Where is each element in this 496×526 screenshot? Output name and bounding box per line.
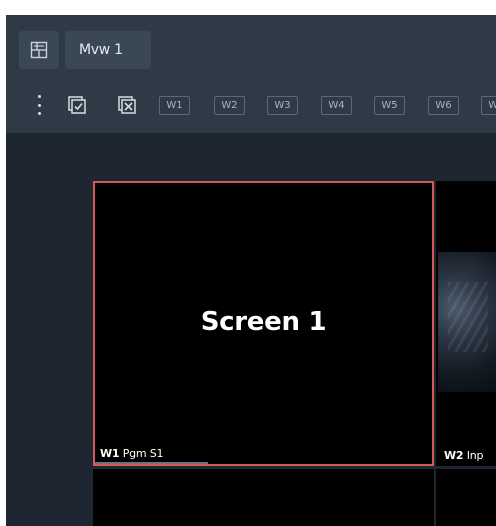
cell-label-id: W2 xyxy=(444,449,464,462)
cell-label-underline xyxy=(95,462,208,464)
window-tab-w2[interactable]: W2 xyxy=(214,96,245,115)
layout-button[interactable] xyxy=(19,31,59,69)
cell-label-text: Pgm S1 xyxy=(122,447,164,460)
window-cell-w1[interactable]: Screen 1 W1 Pgm S1 xyxy=(93,181,434,466)
deselect-icon xyxy=(118,96,136,114)
window-tab-w5[interactable]: W5 xyxy=(374,96,405,115)
window-tab-w3[interactable]: W3 xyxy=(267,96,298,115)
window-cell-w4[interactable] xyxy=(436,469,496,526)
window-cell-w2[interactable]: W2 Inp xyxy=(436,181,496,466)
window-tab-w4[interactable]: W4 xyxy=(321,96,352,115)
window-tab-w1[interactable]: W1 xyxy=(159,96,190,115)
deselect-all-button[interactable] xyxy=(116,94,138,116)
cell-label-text: Inp xyxy=(466,449,484,462)
window-tab-w7[interactable]: W7 xyxy=(481,96,496,115)
multiviewer-app: Mvw 1 W1 W2 W3 W4 W5 W6 W7 Sc xyxy=(6,15,496,526)
select-all-icon xyxy=(68,96,86,114)
video-thumbnail xyxy=(438,252,496,392)
window-cell-w3[interactable] xyxy=(93,469,434,526)
cell-label-id: W1 xyxy=(100,447,120,460)
cell-label: W1 Pgm S1 xyxy=(100,447,163,460)
cell-title: Screen 1 xyxy=(200,307,327,337)
window-tab-w6[interactable]: W6 xyxy=(428,96,459,115)
layout-grid-icon xyxy=(30,41,48,59)
multiview-tab[interactable]: Mvw 1 xyxy=(65,31,151,69)
cell-label: W2 Inp xyxy=(444,449,483,462)
select-all-button[interactable] xyxy=(66,94,88,116)
kebab-menu-icon[interactable] xyxy=(35,95,43,115)
toolbar: Mvw 1 W1 W2 W3 W4 W5 W6 W7 xyxy=(6,15,496,133)
